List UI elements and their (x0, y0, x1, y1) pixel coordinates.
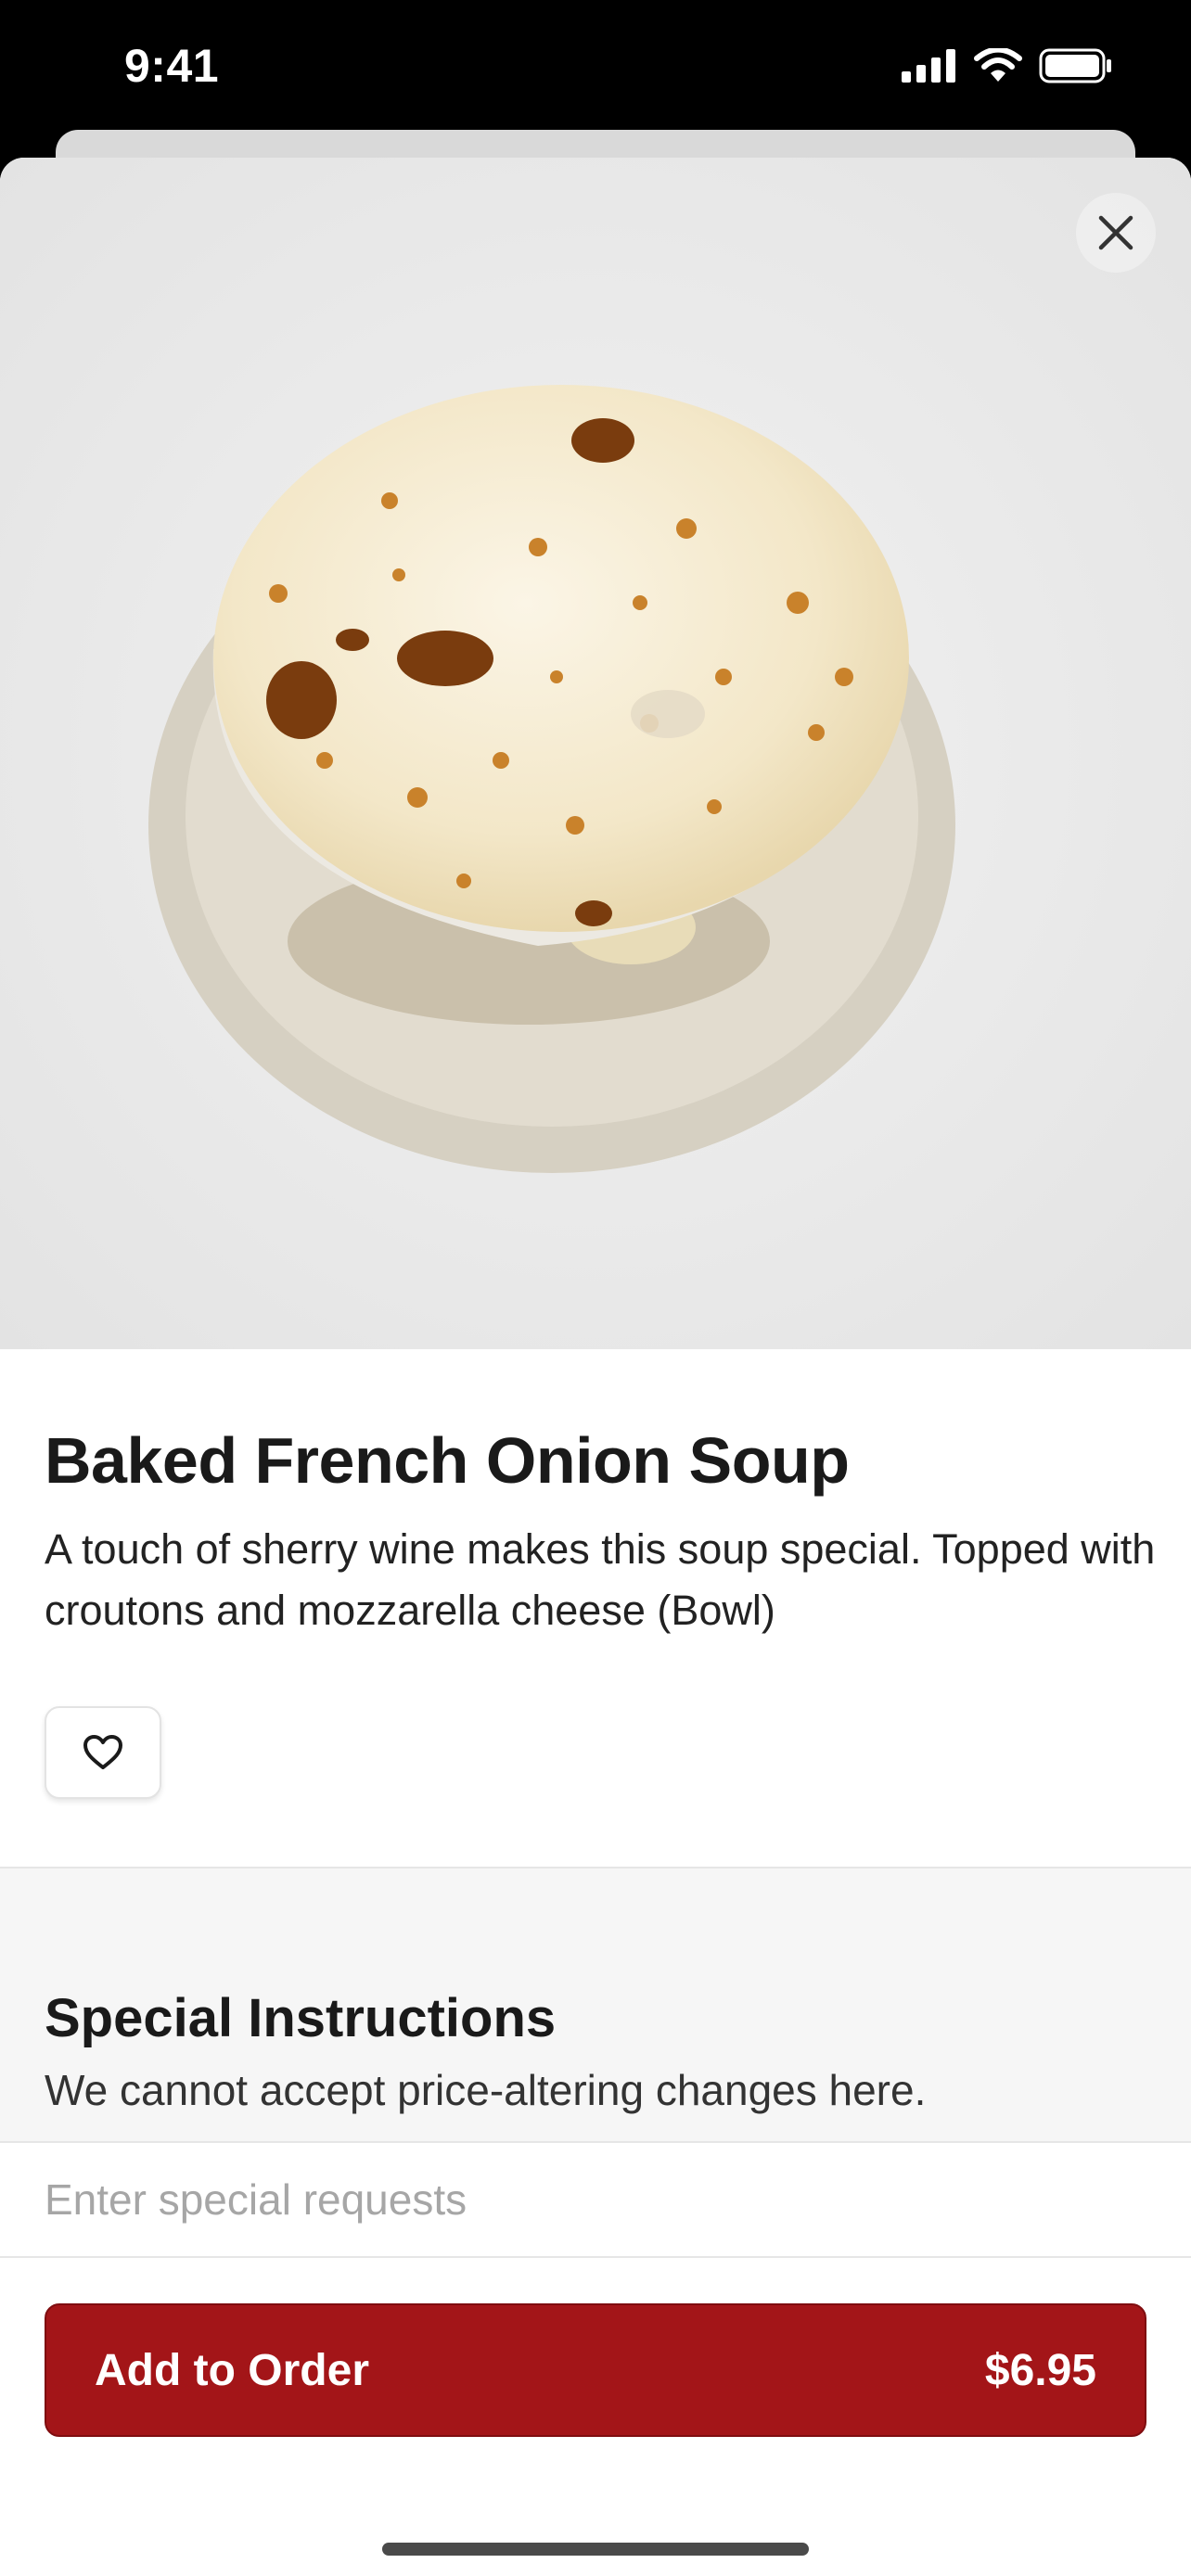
item-photo (0, 158, 1191, 1349)
heart-icon (83, 1735, 122, 1769)
battery-icon (1039, 48, 1111, 83)
status-icons (902, 48, 1113, 83)
add-to-order-label: Add to Order (95, 2345, 369, 2395)
screen: 9:41 Baked French Onion Soup A touch of … (0, 0, 1191, 2576)
close-button[interactable] (1076, 193, 1156, 273)
special-requests-input[interactable] (0, 2143, 1191, 2258)
home-indicator[interactable] (382, 2543, 809, 2556)
special-instructions-title: Special Instructions (45, 1988, 557, 2048)
add-to-order-button[interactable]: Add to Order $6.95 (45, 2303, 1146, 2437)
signal-icon (902, 49, 955, 83)
status-bar: 9:41 (0, 0, 1191, 130)
favorite-button[interactable] (45, 1706, 161, 1799)
item-detail-sheet: Baked French Onion Soup A touch of sherr… (0, 158, 1191, 2576)
item-title: Baked French Onion Soup (45, 1424, 850, 1497)
special-instructions-note: We cannot accept price-altering changes … (45, 2066, 927, 2114)
special-instructions-section: Special Instructions We cannot accept pr… (0, 1867, 1191, 2143)
close-icon (1098, 215, 1133, 250)
item-description: A touch of sherry wine makes this soup s… (45, 1525, 1156, 1634)
item-price: $6.95 (984, 2345, 1096, 2395)
status-time: 9:41 (124, 40, 220, 92)
wifi-icon (974, 48, 1022, 82)
soup-illustration (0, 158, 1191, 1349)
